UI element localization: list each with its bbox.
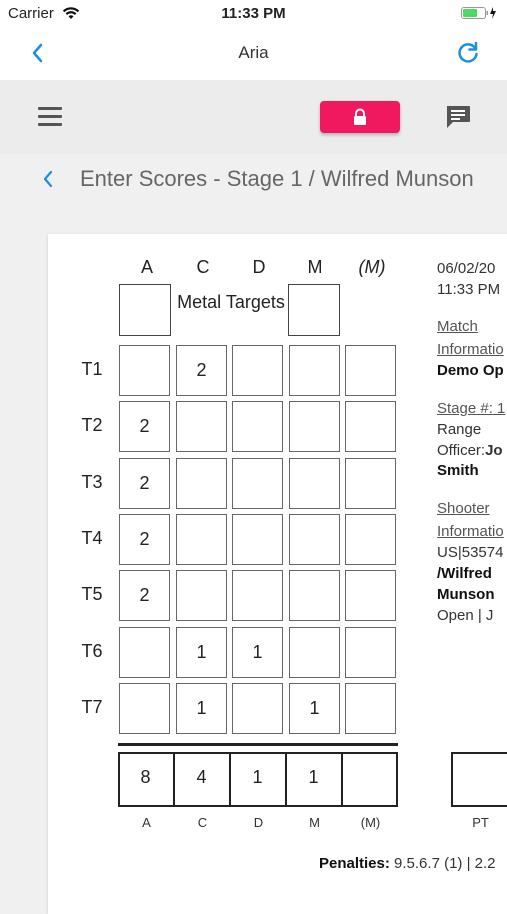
- column-header-a: A: [140, 257, 153, 277]
- score-cell-t2-d[interactable]: [232, 401, 283, 452]
- match-name: Demo Op: [437, 362, 504, 379]
- penalties-label: Penalties:: [319, 855, 390, 872]
- info-time: 11:33 PM: [437, 281, 501, 298]
- refresh-icon[interactable]: [455, 40, 481, 66]
- score-cell-t3-c[interactable]: [176, 458, 227, 509]
- metal-target-box-a[interactable]: [119, 284, 171, 336]
- lock-icon: [354, 108, 366, 125]
- score-cell-t4-d[interactable]: [232, 514, 283, 565]
- score-cell-t3-m[interactable]: [289, 458, 340, 509]
- score-cell-t4-a[interactable]: 2: [119, 514, 170, 565]
- stage-label: Stage #: 1: [437, 400, 506, 417]
- lock-button[interactable]: [320, 101, 400, 133]
- row-label-t2: T2: [81, 415, 103, 435]
- score-cell-t3-d[interactable]: [232, 458, 283, 509]
- score-cell-t4-c[interactable]: [176, 514, 227, 565]
- shooter-info-label: Informatio: [437, 523, 504, 540]
- score-cell-t1-m[interactable]: [289, 345, 340, 396]
- row-label-t1: T1: [81, 359, 103, 379]
- score-cell-t2-m[interactable]: [289, 401, 340, 452]
- officer-first-name: Jo: [485, 442, 503, 459]
- score-cell-t5-m-paren[interactable]: [345, 570, 396, 621]
- score-cell-t6-a[interactable]: [119, 627, 170, 678]
- score-cell-t4-m-paren[interactable]: [345, 514, 396, 565]
- shooter-id: US|53574: [437, 544, 504, 561]
- range-text: Range: [437, 421, 482, 438]
- score-cell-t3-a[interactable]: 2: [119, 458, 170, 509]
- score-cell-t6-d[interactable]: 1: [232, 627, 283, 678]
- score-cell-t2-c[interactable]: [176, 401, 227, 452]
- score-cell-t3-m-paren[interactable]: [345, 458, 396, 509]
- toolbar: [0, 80, 507, 154]
- shooter-last-name: Munson: [437, 586, 495, 603]
- score-cell-t7-m-paren[interactable]: [345, 683, 396, 734]
- score-cell-t1-a[interactable]: [119, 345, 170, 396]
- total-label-m-paren: (M): [360, 815, 381, 830]
- hamburger-menu-icon[interactable]: [38, 107, 62, 127]
- pt-label: PT: [472, 815, 489, 830]
- status-bar: Carrier 11:33 PM: [0, 0, 507, 28]
- total-d: 1: [230, 752, 287, 807]
- score-cell-t2-m-paren[interactable]: [345, 401, 396, 452]
- metal-target-box-m[interactable]: [288, 284, 340, 336]
- score-cell-t5-m[interactable]: [289, 570, 340, 621]
- score-cell-t5-d[interactable]: [232, 570, 283, 621]
- total-label-c: C: [197, 815, 208, 830]
- score-cell-t7-m[interactable]: 1: [289, 683, 340, 734]
- score-cell-t5-a[interactable]: 2: [119, 570, 170, 621]
- score-cell-t4-m[interactable]: [289, 514, 340, 565]
- metal-targets-label: Metal Targets: [177, 292, 285, 312]
- row-label-t6: T6: [81, 641, 103, 661]
- shooter-division: Open | J: [437, 607, 494, 624]
- row-label-t5: T5: [81, 584, 103, 604]
- totals-divider: [118, 743, 398, 746]
- officer-text: Officer:Jo: [437, 442, 503, 459]
- score-cell-t7-a[interactable]: [119, 683, 170, 734]
- total-label-a: A: [142, 815, 151, 830]
- score-cell-t6-c[interactable]: 1: [176, 627, 227, 678]
- row-label-t3: T3: [81, 472, 103, 492]
- match-label: Match: [437, 318, 478, 335]
- pt-box: [451, 752, 507, 807]
- shooter-first-name: /Wilfred: [437, 565, 492, 582]
- total-m: 1: [286, 752, 343, 807]
- column-header-d: D: [252, 257, 266, 277]
- officer-last-name: Smith: [437, 462, 479, 479]
- heading-back-chevron-icon[interactable]: [42, 169, 54, 189]
- column-header-c: C: [196, 257, 210, 277]
- score-cell-t1-m-paren[interactable]: [345, 345, 396, 396]
- officer-prefix: Officer:: [437, 442, 486, 459]
- match-info-label: Informatio: [437, 341, 504, 358]
- total-c: 4: [174, 752, 231, 807]
- row-label-t7: T7: [81, 697, 103, 717]
- total-m-paren: [342, 752, 399, 807]
- score-cell-t1-c[interactable]: 2: [176, 345, 227, 396]
- page-title: Enter Scores - Stage 1 / Wilfred Munson: [80, 166, 474, 191]
- page-heading: Enter Scores - Stage 1 / Wilfred Munson: [0, 154, 507, 204]
- score-cell-t2-a[interactable]: 2: [119, 401, 170, 452]
- total-label-m: M: [309, 815, 320, 830]
- penalties-value: 9.5.6.7 (1) | 2.2: [389, 855, 496, 872]
- status-time: 11:33 PM: [221, 5, 286, 22]
- score-cell-t1-d[interactable]: [232, 345, 283, 396]
- row-label-t4: T4: [81, 528, 103, 548]
- penalties-line: Penalties: 9.5.6.7 (1) | 2.2: [319, 855, 496, 872]
- battery-icon: [461, 7, 496, 19]
- total-label-d: D: [253, 815, 264, 830]
- chat-icon[interactable]: [444, 104, 472, 130]
- score-cell-t7-d[interactable]: [232, 683, 283, 734]
- shooter-label: Shooter: [437, 500, 490, 517]
- score-cell-t6-m[interactable]: [289, 627, 340, 678]
- score-cell-t7-c[interactable]: 1: [176, 683, 227, 734]
- total-a: 8: [118, 752, 175, 807]
- nav-bar: Aria: [0, 28, 507, 80]
- column-header-m-paren: (M): [358, 257, 386, 277]
- nav-title: Aria: [238, 43, 269, 62]
- info-date: 06/02/20: [437, 260, 496, 277]
- column-header-m: M: [307, 257, 323, 277]
- score-cell-t5-c[interactable]: [176, 570, 227, 621]
- score-cell-t6-m-paren[interactable]: [345, 627, 396, 678]
